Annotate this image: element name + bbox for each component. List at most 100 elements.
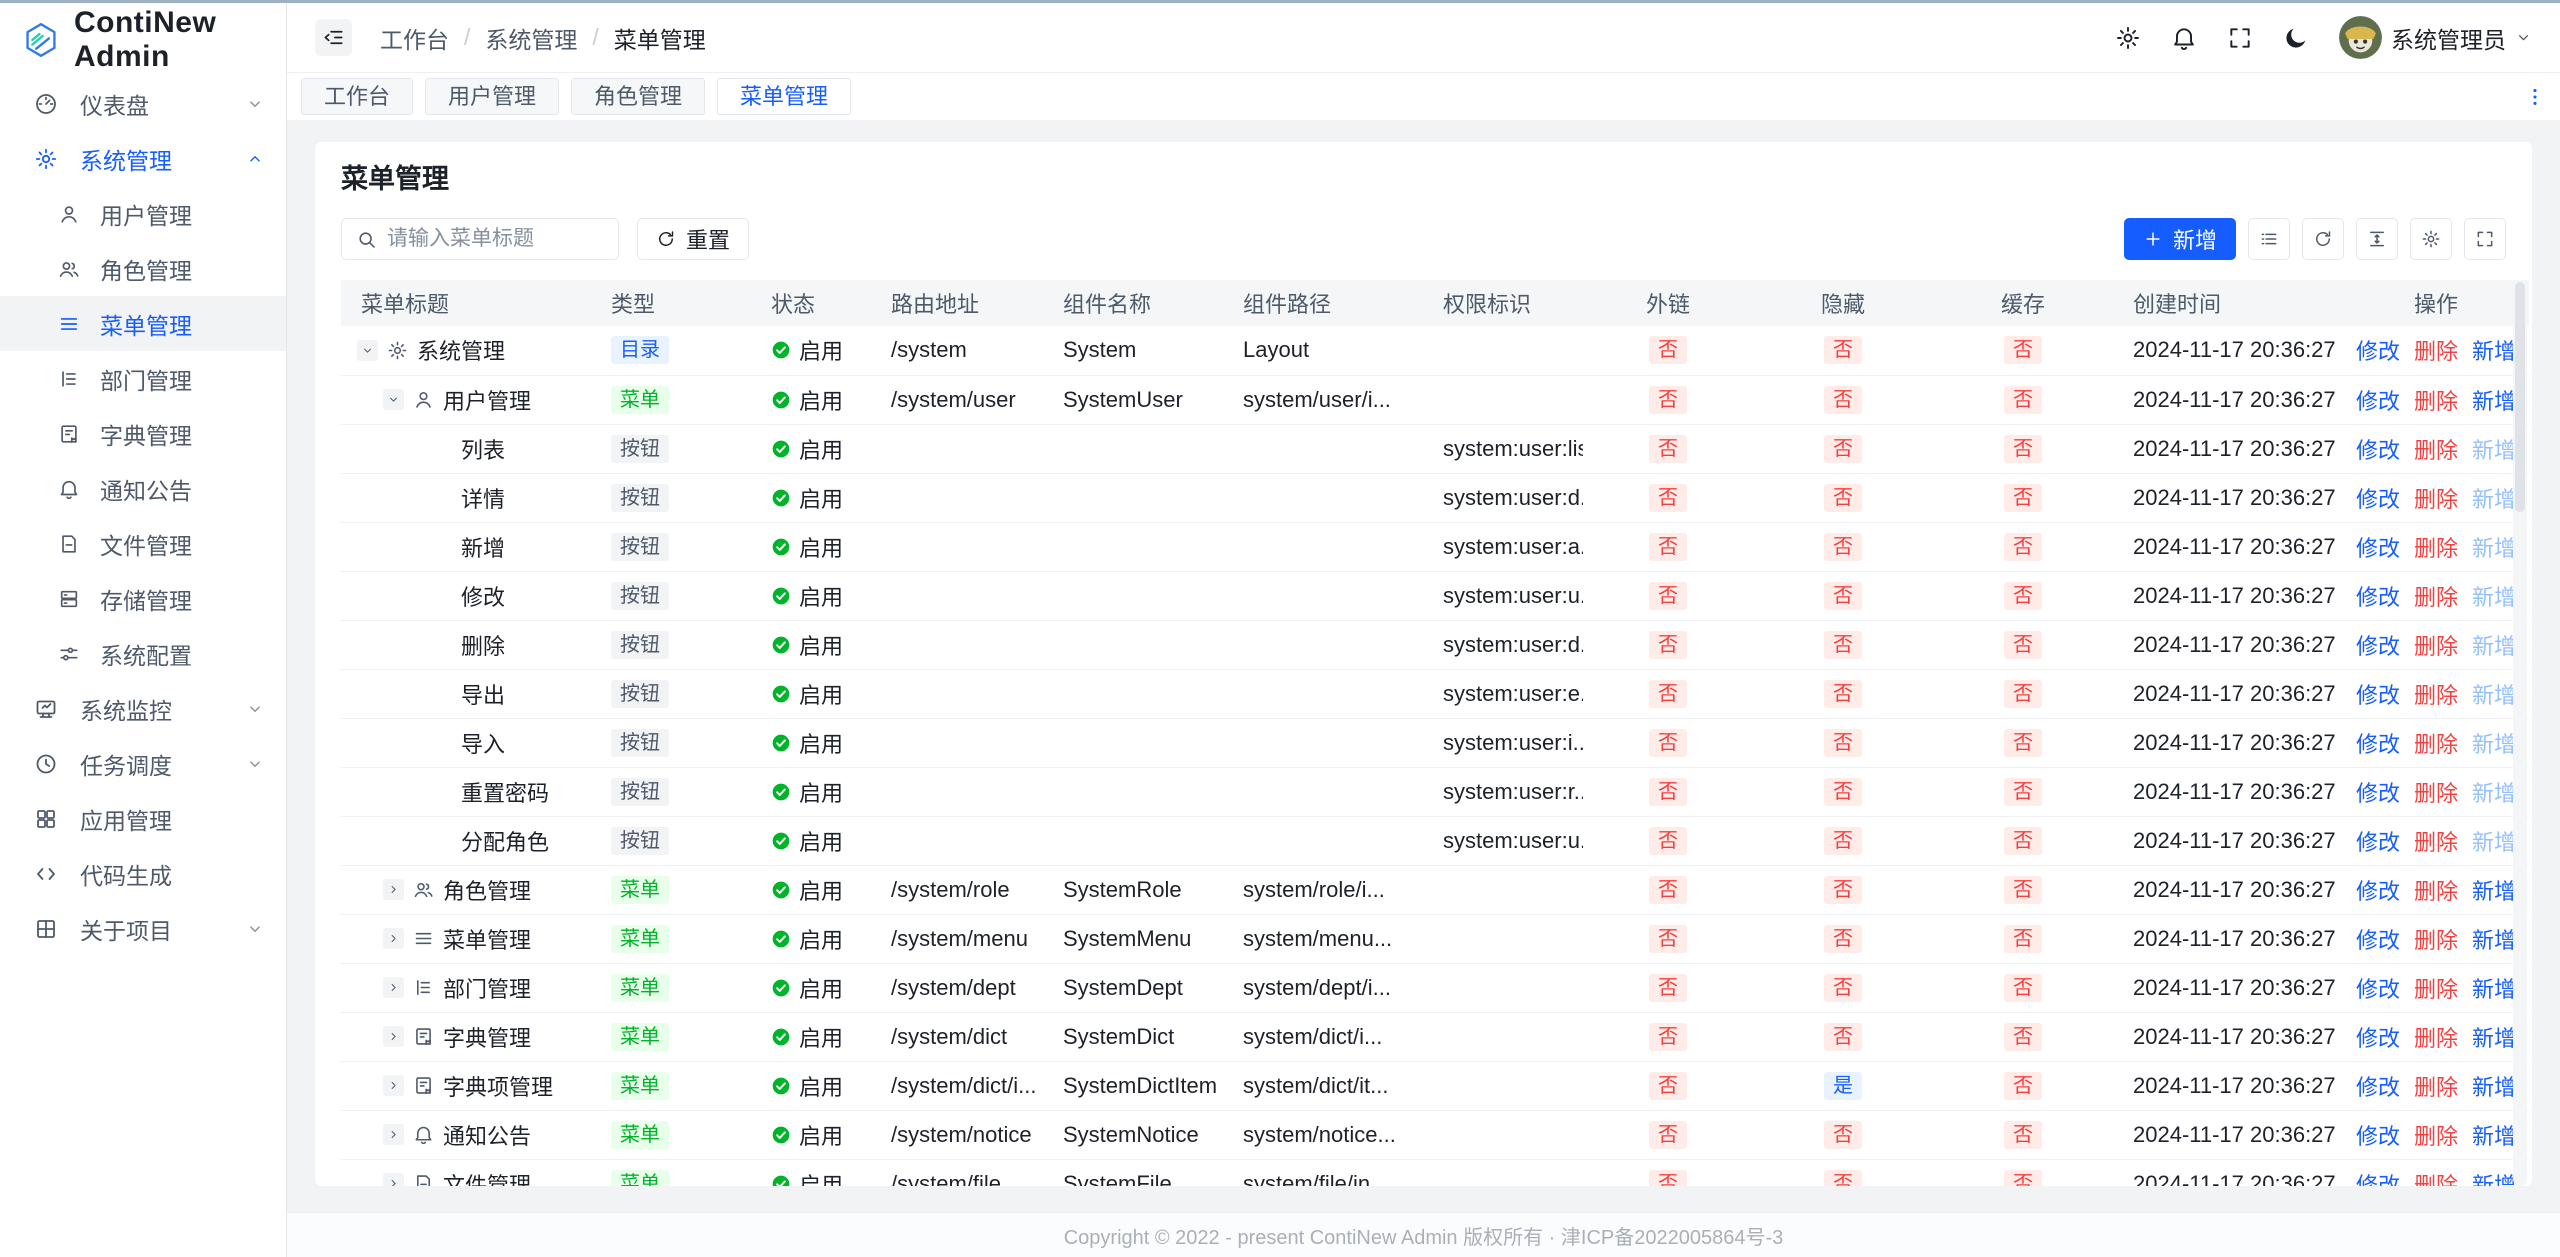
tab-3[interactable]: 菜单管理	[717, 78, 851, 115]
breadcrumb-item[interactable]: 工作台	[380, 21, 449, 55]
delete-link[interactable]: 删除	[2414, 433, 2458, 465]
edit-link[interactable]: 修改	[2356, 334, 2400, 366]
edit-link[interactable]: 修改	[2356, 776, 2400, 808]
edit-link[interactable]: 修改	[2356, 433, 2400, 465]
row-expand-collapsed-button[interactable]	[383, 928, 404, 949]
add-link[interactable]: 新增	[2472, 972, 2516, 1004]
row-expand-expanded-button[interactable]	[357, 340, 378, 361]
sidebar-collapse-button[interactable]	[315, 19, 352, 56]
edit-link[interactable]: 修改	[2356, 384, 2400, 416]
sidebar-subitem-1-0[interactable]: 用户管理	[0, 186, 286, 241]
delete-link[interactable]: 删除	[2414, 874, 2458, 906]
sidebar-subitem-1-8[interactable]: 系统配置	[0, 626, 286, 681]
row-height-button[interactable]	[2356, 218, 2398, 260]
status-enabled-icon	[771, 929, 791, 949]
add-link[interactable]: 新增	[2472, 384, 2516, 416]
delete-link[interactable]: 删除	[2414, 1070, 2458, 1102]
edit-link[interactable]: 修改	[2356, 1119, 2400, 1151]
edit-link[interactable]: 修改	[2356, 874, 2400, 906]
sidebar-item-0[interactable]: 仪表盘	[0, 76, 286, 131]
row-expand-collapsed-button[interactable]	[383, 1026, 404, 1047]
sidebar-item-4[interactable]: 应用管理	[0, 791, 286, 846]
add-link[interactable]: 新增	[2472, 1021, 2516, 1053]
edit-link[interactable]: 修改	[2356, 482, 2400, 514]
delete-link[interactable]: 删除	[2414, 1168, 2458, 1187]
edit-link[interactable]: 修改	[2356, 1070, 2400, 1102]
sidebar-item-1[interactable]: 系统管理	[0, 131, 286, 186]
row-expand-collapsed-button[interactable]	[383, 1173, 404, 1186]
fullscreen-icon[interactable]	[2227, 25, 2253, 51]
delete-link[interactable]: 删除	[2414, 825, 2458, 857]
tab-more-icon[interactable]	[2524, 86, 2546, 108]
app-logo[interactable]: ContiNew Admin	[0, 3, 286, 76]
sidebar-item-5[interactable]: 代码生成	[0, 846, 286, 901]
dark-mode-moon-icon[interactable]	[2283, 25, 2309, 51]
add-link[interactable]: 新增	[2472, 874, 2516, 906]
delete-link[interactable]: 删除	[2414, 923, 2458, 955]
user-menu[interactable]: 系统管理员	[2339, 16, 2532, 59]
edit-link[interactable]: 修改	[2356, 629, 2400, 661]
row-expand-expanded-button[interactable]	[383, 389, 404, 410]
edit-link[interactable]: 修改	[2356, 678, 2400, 710]
add-button[interactable]: 新增	[2124, 218, 2236, 260]
edit-link[interactable]: 修改	[2356, 727, 2400, 759]
delete-link[interactable]: 删除	[2414, 531, 2458, 563]
delete-link[interactable]: 删除	[2414, 384, 2458, 416]
delete-link[interactable]: 删除	[2414, 727, 2458, 759]
search-input[interactable]	[387, 227, 604, 251]
sidebar-item-6[interactable]: 关于项目	[0, 901, 286, 956]
delete-link[interactable]: 删除	[2414, 972, 2458, 1004]
settings-icon[interactable]	[2115, 25, 2141, 51]
delete-link[interactable]: 删除	[2414, 776, 2458, 808]
hidden-tag: 否	[1824, 631, 1862, 659]
delete-link[interactable]: 删除	[2414, 678, 2458, 710]
sidebar-subitem-1-5[interactable]: 通知公告	[0, 461, 286, 516]
row-expand-collapsed-button[interactable]	[383, 1124, 404, 1145]
delete-link[interactable]: 删除	[2414, 334, 2458, 366]
table-scrollbar[interactable]	[2513, 280, 2527, 1186]
edit-link[interactable]: 修改	[2356, 825, 2400, 857]
notification-bell-icon[interactable]	[2171, 25, 2197, 51]
dict-icon	[413, 1075, 434, 1096]
tab-1[interactable]: 用户管理	[425, 78, 559, 115]
delete-link[interactable]: 删除	[2414, 580, 2458, 612]
add-link[interactable]: 新增	[2472, 334, 2516, 366]
delete-link[interactable]: 删除	[2414, 1021, 2458, 1053]
sidebar-subitem-1-1[interactable]: 角色管理	[0, 241, 286, 296]
tab-0[interactable]: 工作台	[301, 78, 413, 115]
add-link[interactable]: 新增	[2472, 1070, 2516, 1102]
breadcrumb-item[interactable]: 系统管理	[485, 21, 577, 55]
sidebar-subitem-1-3[interactable]: 部门管理	[0, 351, 286, 406]
reset-button[interactable]: 重置	[637, 218, 749, 260]
table-settings-button[interactable]	[2410, 218, 2452, 260]
sidebar-subitem-1-2[interactable]: 菜单管理	[0, 296, 286, 351]
delete-link[interactable]: 删除	[2414, 1119, 2458, 1151]
row-expand-collapsed-button[interactable]	[383, 879, 404, 900]
sidebar-subitem-1-6[interactable]: 文件管理	[0, 516, 286, 571]
sidebar-item-3[interactable]: 任务调度	[0, 736, 286, 791]
sidebar-subitem-1-7[interactable]: 存储管理	[0, 571, 286, 626]
edit-link[interactable]: 修改	[2356, 923, 2400, 955]
add-link[interactable]: 新增	[2472, 1168, 2516, 1187]
edit-link[interactable]: 修改	[2356, 580, 2400, 612]
delete-link[interactable]: 删除	[2414, 629, 2458, 661]
edit-link[interactable]: 修改	[2356, 1021, 2400, 1053]
sidebar-item-2[interactable]: 系统监控	[0, 681, 286, 736]
delete-link[interactable]: 删除	[2414, 482, 2458, 514]
edit-link[interactable]: 修改	[2356, 972, 2400, 1004]
component-name-cell	[1043, 718, 1223, 767]
sidebar-subitem-1-4[interactable]: 字典管理	[0, 406, 286, 461]
scrollbar-thumb[interactable]	[2515, 282, 2525, 512]
tab-2[interactable]: 角色管理	[571, 78, 705, 115]
row-expand-collapsed-button[interactable]	[383, 1075, 404, 1096]
add-link[interactable]: 新增	[2472, 1119, 2516, 1151]
component-path-cell	[1223, 718, 1423, 767]
column-list-button[interactable]	[2248, 218, 2290, 260]
row-expand-collapsed-button[interactable]	[383, 977, 404, 998]
add-link[interactable]: 新增	[2472, 923, 2516, 955]
edit-link[interactable]: 修改	[2356, 1168, 2400, 1187]
edit-link[interactable]: 修改	[2356, 531, 2400, 563]
table-refresh-button[interactable]	[2302, 218, 2344, 260]
breadcrumb-item[interactable]: 菜单管理	[614, 21, 706, 55]
table-fullscreen-button[interactable]	[2464, 218, 2506, 260]
